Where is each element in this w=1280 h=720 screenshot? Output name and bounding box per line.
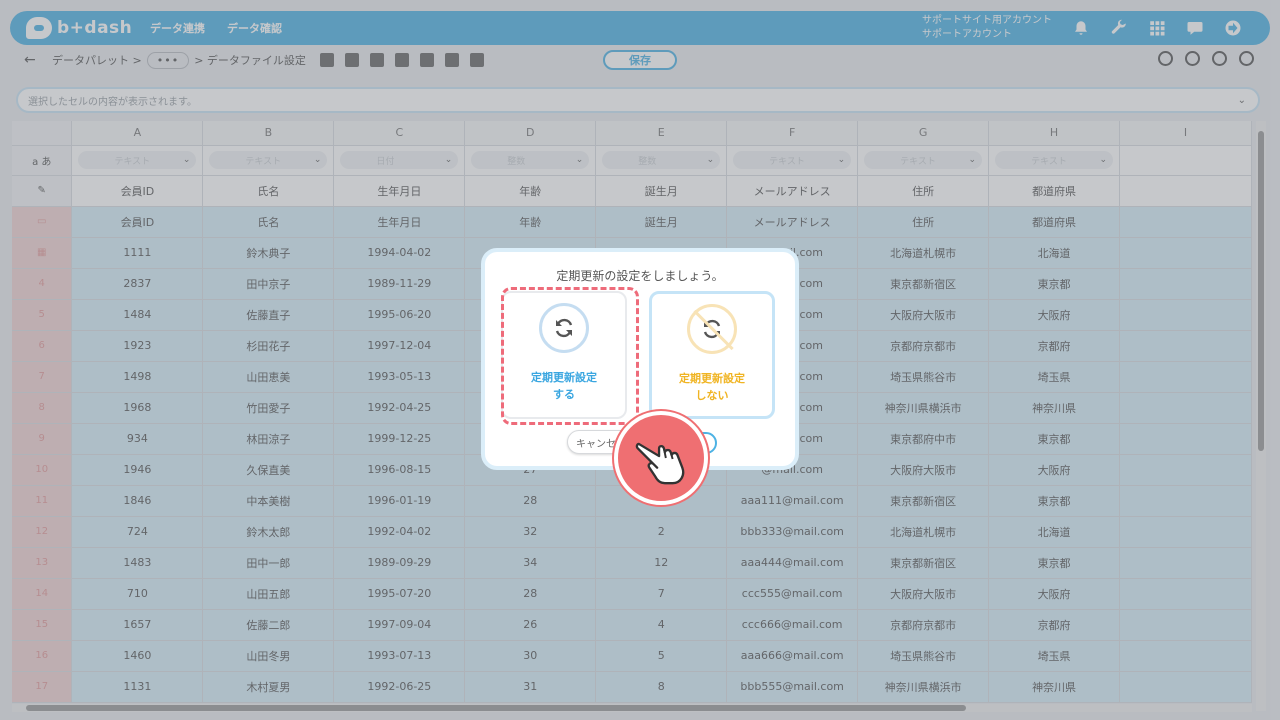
pointing-hand-icon (614, 411, 708, 505)
modal-title: 定期更新の設定をしましょう。 (556, 269, 724, 283)
highlight-frame (501, 287, 639, 425)
option-schedule-off-label: 定期更新設定 しない (679, 372, 745, 402)
sync-disabled-icon (687, 304, 737, 354)
option-schedule-off[interactable]: 定期更新設定 しない (649, 291, 775, 419)
